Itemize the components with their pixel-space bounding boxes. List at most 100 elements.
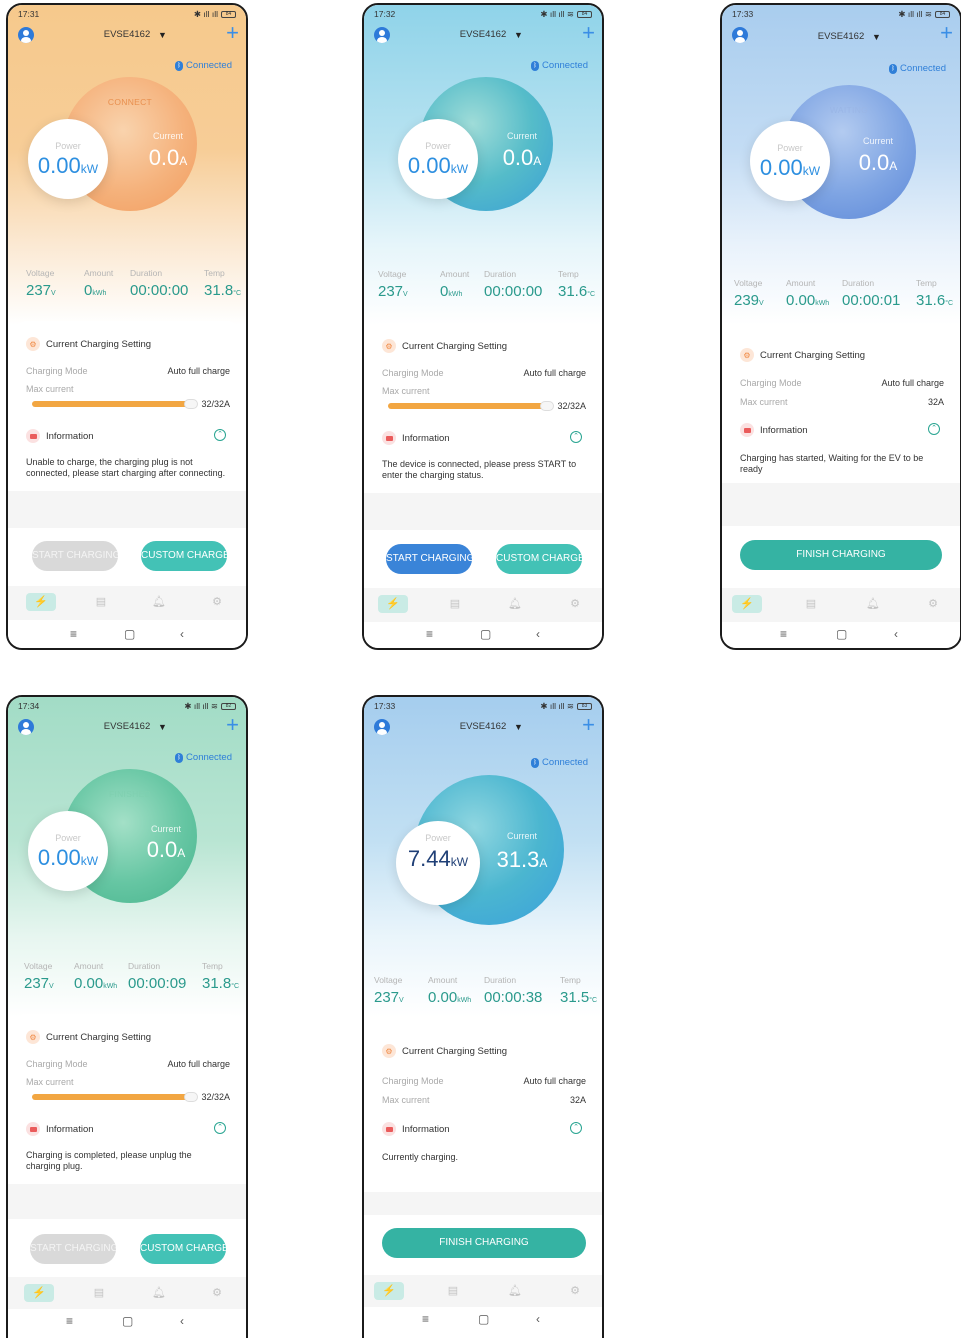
bell-icon[interactable]: 🔔︎ — [144, 593, 174, 611]
connection-status: ᛒ Connected — [889, 63, 946, 74]
max-current-slider[interactable] — [388, 401, 554, 411]
setting-title: ⚙ Current Charging Setting — [382, 1044, 507, 1058]
gear-icon[interactable]: ⚙ — [918, 595, 948, 613]
add-device-button[interactable]: + — [226, 22, 239, 44]
current-value: 0.0A — [502, 145, 542, 170]
add-device-button[interactable]: + — [582, 714, 595, 736]
power-circle: Power 7.44kW — [396, 821, 480, 905]
document-icon[interactable]: ▤ — [86, 593, 116, 611]
max-current-slider[interactable] — [32, 399, 198, 409]
chevron-up-icon[interactable]: ⌃ — [570, 431, 582, 443]
bell-icon[interactable]: 🔔︎ — [144, 1284, 174, 1302]
custom-charge-button[interactable]: CUSTOM CHARGE — [141, 541, 227, 571]
chevron-up-icon[interactable]: ⌃ — [928, 423, 940, 435]
square-icon[interactable]: ▢ — [480, 627, 491, 641]
add-device-button[interactable]: + — [582, 22, 595, 44]
square-icon[interactable]: ▢ — [478, 1312, 489, 1326]
gear-icon[interactable]: ⚙ — [202, 593, 232, 611]
chevron-down-icon[interactable]: ▼ — [158, 30, 167, 40]
chevron-up-icon[interactable]: ⌃ — [570, 1122, 582, 1134]
chevron-down-icon[interactable]: ▼ — [158, 722, 167, 732]
square-icon[interactable]: ▢ — [122, 1314, 133, 1328]
stat-temp: Temp 31.8°C — [204, 268, 242, 299]
device-name[interactable]: EVSE4162 — [364, 721, 602, 732]
stat-duration: Duration 00:00:01 — [842, 278, 901, 309]
system-nav-bar: ≡ ▢ ‹ — [722, 622, 960, 648]
lightning-icon[interactable]: ⚡ — [732, 595, 762, 613]
setting-title: ⚙ Current Charging Setting — [382, 339, 507, 353]
max-current-row: Max current — [382, 386, 430, 396]
device-name[interactable]: EVSE4162 — [8, 721, 246, 732]
custom-charge-button[interactable]: CUSTOM CHARGE — [140, 1234, 226, 1264]
start-charging-button[interactable]: START CHARGING — [30, 1234, 116, 1264]
max-current-row: Max current 32A — [382, 1095, 586, 1105]
slider-thumb[interactable] — [184, 1092, 198, 1102]
chevron-down-icon[interactable]: ▼ — [514, 30, 523, 40]
device-name[interactable]: EVSE4162 — [364, 29, 602, 40]
start-charging-button[interactable]: START CHARGING — [386, 544, 472, 574]
max-current-row: Max current 32A — [740, 397, 944, 407]
settings-card: ⚙ Current Charging Setting Charging Mode A… — [374, 1032, 592, 1192]
connection-status: ᛒ Connected — [531, 60, 588, 71]
lightning-icon[interactable]: ⚡ — [26, 593, 56, 611]
connection-status: ᛒ Connected — [175, 60, 232, 71]
custom-charge-button[interactable]: CUSTOM CHARGE — [496, 544, 582, 574]
menu-icon[interactable]: ≡ — [70, 627, 77, 641]
bell-icon[interactable]: 🔔︎ — [858, 595, 888, 613]
back-icon[interactable]: ‹ — [536, 627, 540, 641]
battery-icon: 84 — [935, 10, 950, 18]
chevron-up-icon[interactable]: ⌃ — [214, 1122, 226, 1134]
chevron-up-icon[interactable]: ⌃ — [214, 429, 226, 441]
document-icon[interactable]: ▤ — [84, 1284, 114, 1302]
slider-thumb[interactable] — [184, 399, 198, 409]
lightning-icon[interactable]: ⚡ — [24, 1284, 54, 1302]
slider-thumb[interactable] — [540, 401, 554, 411]
back-icon[interactable]: ‹ — [536, 1312, 540, 1326]
lightning-icon[interactable]: ⚡ — [374, 1282, 404, 1300]
bell-icon[interactable]: 🔔︎ — [500, 595, 530, 613]
bluetooth-icon: ᛒ — [531, 60, 540, 71]
app-header: EVSE4162 ▼ + — [364, 22, 602, 49]
chevron-down-icon[interactable]: ▼ — [872, 32, 881, 42]
settings-icon: ⚙ — [740, 348, 754, 362]
add-device-button[interactable]: + — [226, 714, 239, 736]
lightning-icon[interactable]: ⚡ — [378, 595, 408, 613]
gear-icon[interactable]: ⚙ — [202, 1284, 232, 1302]
connection-label: Connected — [186, 752, 232, 763]
document-icon[interactable]: ▤ — [796, 595, 826, 613]
document-icon[interactable]: ▤ — [440, 595, 470, 613]
max-current-slider[interactable] — [32, 1092, 198, 1102]
battery-icon: 84 — [221, 10, 236, 18]
gauge-status-label: WAITING — [829, 105, 869, 115]
stats-row: Voltage 237V Amount 0kWh Duration 00:00:00 … — [378, 269, 595, 303]
power-label: Power — [425, 141, 451, 151]
add-device-button[interactable]: + — [940, 22, 953, 44]
square-icon[interactable]: ▢ — [124, 627, 135, 641]
bell-icon[interactable]: 🔔︎ — [500, 1282, 530, 1300]
document-icon[interactable]: ▤ — [438, 1282, 468, 1300]
back-icon[interactable]: ‹ — [894, 627, 898, 641]
current-label: Current — [506, 831, 537, 841]
menu-icon[interactable]: ≡ — [780, 627, 787, 641]
back-icon[interactable]: ‹ — [180, 627, 184, 641]
app-header: EVSE4162 ▼ + — [8, 714, 246, 741]
info-icon — [382, 431, 396, 445]
current-label: Current — [506, 131, 537, 141]
chevron-down-icon[interactable]: ▼ — [514, 722, 523, 732]
device-name[interactable]: EVSE4162 — [722, 31, 960, 42]
device-name[interactable]: EVSE4162 — [8, 29, 246, 40]
stat-duration: Duration 00:00:00 — [130, 268, 189, 299]
gear-icon[interactable]: ⚙ — [560, 595, 590, 613]
connection-label: Connected — [900, 63, 946, 74]
finish-charging-button[interactable]: FINISH CHARGING — [382, 1228, 586, 1258]
menu-icon[interactable]: ≡ — [426, 627, 433, 641]
menu-icon[interactable]: ≡ — [422, 1312, 429, 1326]
square-icon[interactable]: ▢ — [836, 627, 847, 641]
start-charging-button[interactable]: START CHARGING — [32, 541, 118, 571]
back-icon[interactable]: ‹ — [180, 1314, 184, 1328]
menu-icon[interactable]: ≡ — [66, 1314, 73, 1328]
max-current-row: Max current — [26, 1077, 74, 1087]
gear-icon[interactable]: ⚙ — [560, 1282, 590, 1300]
power-value: 0.00kW — [37, 153, 99, 178]
finish-charging-button[interactable]: FINISH CHARGING — [740, 540, 942, 570]
